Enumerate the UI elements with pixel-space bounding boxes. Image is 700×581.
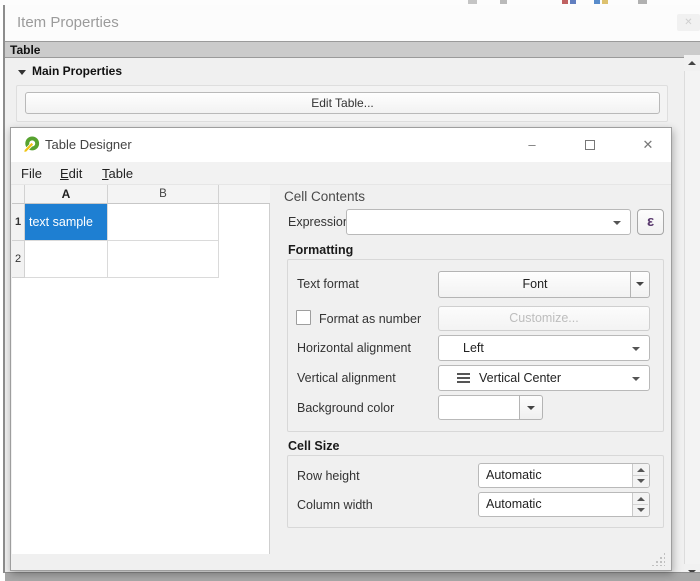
spin-up-icon[interactable] xyxy=(637,468,645,472)
column-width-label: Column width xyxy=(297,498,373,512)
font-dropdown-arrow[interactable] xyxy=(630,272,649,297)
cell-size-heading: Cell Size xyxy=(288,439,339,453)
toolbar-fragment xyxy=(570,0,576,4)
close-icon: ✕ xyxy=(643,137,654,153)
toolbar-fragment xyxy=(602,0,608,4)
dialog-title: Table Designer xyxy=(45,137,132,152)
menu-edit[interactable]: Edit xyxy=(53,164,89,183)
formatting-heading: Formatting xyxy=(288,243,353,257)
toolbar-fragment xyxy=(562,0,568,4)
cell-b2[interactable] xyxy=(108,241,219,278)
chevron-down-icon xyxy=(636,282,644,286)
qgis-logo-icon xyxy=(23,136,40,153)
section-bar-table[interactable]: Table xyxy=(5,41,700,58)
arrow-up-icon xyxy=(688,61,696,65)
maximize-button[interactable] xyxy=(567,128,613,161)
menubar: File Edit Table xyxy=(11,162,671,185)
cell-a2[interactable] xyxy=(25,241,108,278)
panel-close-button[interactable]: ✕ xyxy=(677,14,700,31)
column-header-a[interactable]: A xyxy=(25,185,108,204)
toolbar-fragment xyxy=(594,0,600,4)
edit-table-button[interactable]: Edit Table... xyxy=(25,92,660,114)
cell-contents-heading: Cell Contents xyxy=(284,189,365,204)
column-header-b[interactable]: B xyxy=(108,185,219,204)
column-width-value: Automatic xyxy=(486,497,542,511)
dialog-titlebar[interactable]: Table Designer – ✕ xyxy=(11,128,671,162)
corner-header-cell[interactable] xyxy=(12,185,25,204)
format-as-number-checkbox[interactable] xyxy=(296,310,311,325)
horizontal-alignment-value: Left xyxy=(463,341,484,355)
main-properties-heading[interactable]: Main Properties xyxy=(32,64,122,78)
spinner-divider xyxy=(633,475,648,476)
toolbar-fragment xyxy=(638,0,647,4)
epsilon-icon: ε xyxy=(647,213,654,230)
expression-combobox[interactable] xyxy=(346,209,631,235)
row-height-label: Row height xyxy=(297,469,360,483)
customize-button[interactable]: Customize... xyxy=(438,306,650,331)
row-height-value: Automatic xyxy=(486,468,542,482)
text-format-label: Text format xyxy=(297,277,359,291)
vertical-center-icon xyxy=(457,373,470,383)
cell-b1[interactable] xyxy=(108,204,219,241)
row-header-1[interactable]: 1 xyxy=(12,204,25,241)
column-width-spinbox[interactable]: Automatic xyxy=(478,492,650,517)
vertical-alignment-label: Vertical alignment xyxy=(297,371,396,385)
expression-label: Expression xyxy=(288,215,350,229)
chevron-down-icon xyxy=(632,347,640,351)
font-button-label[interactable]: Font xyxy=(439,272,631,297)
format-as-number-label[interactable]: Format as number xyxy=(319,312,421,326)
vertical-alignment-value: Vertical Center xyxy=(479,371,561,385)
chevron-down-icon xyxy=(527,406,535,410)
section-bar-label: Table xyxy=(10,43,40,57)
row-header-2[interactable]: 2 xyxy=(12,241,25,278)
spinner-buttons[interactable] xyxy=(632,493,649,516)
spinner-buttons[interactable] xyxy=(632,464,649,487)
row-height-spinbox[interactable]: Automatic xyxy=(478,463,650,488)
minimize-icon: – xyxy=(528,137,535,152)
table-designer-dialog: Table Designer – ✕ File Edit Table A B 1… xyxy=(10,127,672,571)
scrollbar-up-button[interactable] xyxy=(684,55,700,71)
spin-down-icon[interactable] xyxy=(637,479,645,483)
item-properties-header: Item Properties ✕ xyxy=(5,5,700,41)
chevron-down-icon[interactable] xyxy=(613,221,621,225)
cell-a1-selected[interactable]: text sample xyxy=(25,204,108,241)
toolbar-fragment xyxy=(500,0,507,4)
collapse-arrow-icon[interactable] xyxy=(18,70,26,75)
spin-up-icon[interactable] xyxy=(637,497,645,501)
vertical-alignment-combobox[interactable]: Vertical Center xyxy=(438,365,650,391)
screen: Item Properties ✕ Table Main Properties … xyxy=(0,0,700,581)
horizontal-alignment-label: Horizontal alignment xyxy=(297,341,411,355)
background-color-label: Background color xyxy=(297,401,394,415)
expression-input[interactable] xyxy=(349,212,599,232)
expression-builder-button[interactable]: ε xyxy=(637,209,664,235)
toolbar-fragment xyxy=(468,0,477,4)
chevron-down-icon xyxy=(632,377,640,381)
resize-grip[interactable] xyxy=(651,552,665,566)
panel-scrollbar[interactable] xyxy=(684,55,700,581)
menu-file[interactable]: File xyxy=(14,164,49,183)
lower-section-bar xyxy=(5,572,700,581)
menu-table[interactable]: Table xyxy=(95,164,140,183)
column-header-filler xyxy=(219,185,270,204)
maximize-icon xyxy=(585,140,595,150)
text-format-button[interactable]: Font xyxy=(438,271,650,298)
panel-title: Item Properties xyxy=(17,14,119,31)
spreadsheet: A B 1 2 text sample xyxy=(12,185,270,554)
background-color-swatch[interactable] xyxy=(438,395,520,420)
minimize-button[interactable]: – xyxy=(509,128,555,161)
spinner-divider xyxy=(633,504,648,505)
horizontal-alignment-combobox[interactable]: Left xyxy=(438,335,650,361)
close-button[interactable]: ✕ xyxy=(625,128,671,161)
background-color-dropdown[interactable] xyxy=(519,395,543,420)
spin-down-icon[interactable] xyxy=(637,508,645,512)
